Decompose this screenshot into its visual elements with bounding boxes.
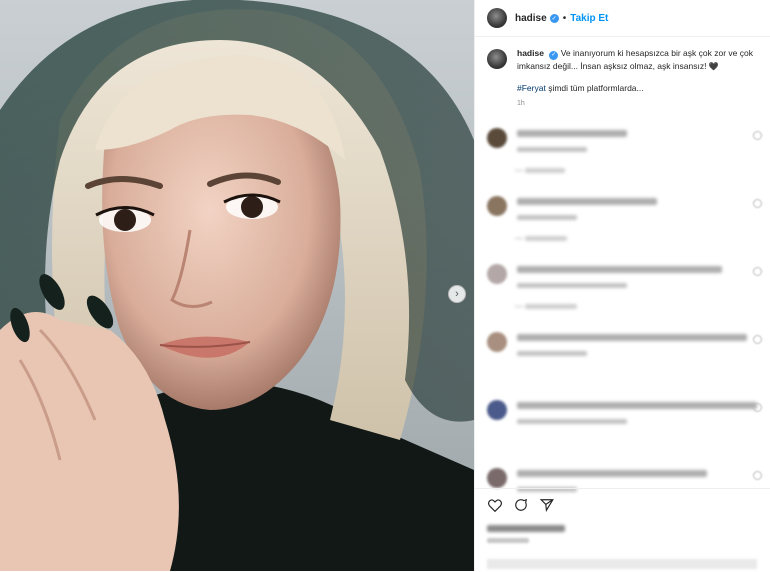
comment-text-blurred [517,266,722,273]
comment-meta-blurred [517,419,627,424]
heart-outline-icon[interactable] [487,497,503,513]
actions-bar [475,488,770,572]
comment-meta-blurred [517,147,587,152]
likes-count-blurred [487,525,565,532]
comment-row [475,258,770,326]
view-replies-blurred[interactable] [515,168,565,173]
comment-like-icon[interactable] [753,131,762,140]
comment-avatar[interactable] [487,468,507,488]
follow-button[interactable]: Takip Et [570,13,608,24]
post-photo[interactable]: › [0,0,474,571]
comment-text-blurred [517,130,627,137]
share-icon[interactable] [539,497,555,513]
separator-dot: • [562,12,567,24]
comment-text-blurred [517,402,757,409]
view-replies-blurred[interactable] [515,236,567,241]
comment-avatar[interactable] [487,332,507,352]
hashtag-link[interactable]: #Feryat [517,83,546,93]
view-replies-blurred[interactable] [515,304,577,309]
next-image-button[interactable]: › [448,285,466,303]
comments-list [475,122,770,530]
post-header: hadise ✓ • Takip Et [475,0,770,37]
caption-avatar[interactable] [487,49,507,69]
comment-row [475,326,770,394]
comment-row [475,190,770,258]
caption-body: hadise ✓ Ve inanıyorum ki hesapsızca bir… [517,47,758,110]
comment-meta-blurred [517,283,627,288]
caption: hadise ✓ Ve inanıyorum ki hesapsızca bir… [475,37,770,110]
comment-icon[interactable] [513,497,529,513]
caption-second-line: #Feryat şimdi tüm platformlarda... [517,82,758,95]
comment-text-blurred [517,470,707,477]
comment-like-icon[interactable] [753,403,762,412]
comment-text-blurred [517,334,747,341]
comment-row [475,394,770,462]
comment-like-icon[interactable] [753,267,762,276]
comment-input-blurred[interactable] [487,559,757,569]
action-icons [475,489,770,513]
avatar[interactable] [487,8,507,28]
comment-meta-blurred [517,215,577,220]
caption-username[interactable]: hadise [517,48,544,58]
comment-like-icon[interactable] [753,471,762,480]
comment-like-icon[interactable] [753,199,762,208]
comment-avatar[interactable] [487,128,507,148]
post-side-panel: hadise ✓ • Takip Et hadise ✓ Ve inanıyor… [474,0,770,571]
comment-row [475,122,770,190]
portrait-image [0,0,474,571]
username[interactable]: hadise [515,13,547,24]
instagram-post: › hadise ✓ • Takip Et hadise ✓ Ve inanıy… [0,0,770,571]
comment-text-blurred [517,198,657,205]
verified-badge-icon: ✓ [549,51,559,60]
comment-avatar[interactable] [487,400,507,420]
caption-text-2: şimdi tüm platformlarda... [545,83,644,93]
comment-meta-blurred [517,351,587,356]
verified-badge-icon: ✓ [549,13,559,23]
comment-avatar[interactable] [487,196,507,216]
comment-avatar[interactable] [487,264,507,284]
black-heart-icon: 🖤 [708,62,719,71]
comment-like-icon[interactable] [753,335,762,344]
caption-time: 1h [517,100,525,107]
post-date-blurred [487,538,529,543]
